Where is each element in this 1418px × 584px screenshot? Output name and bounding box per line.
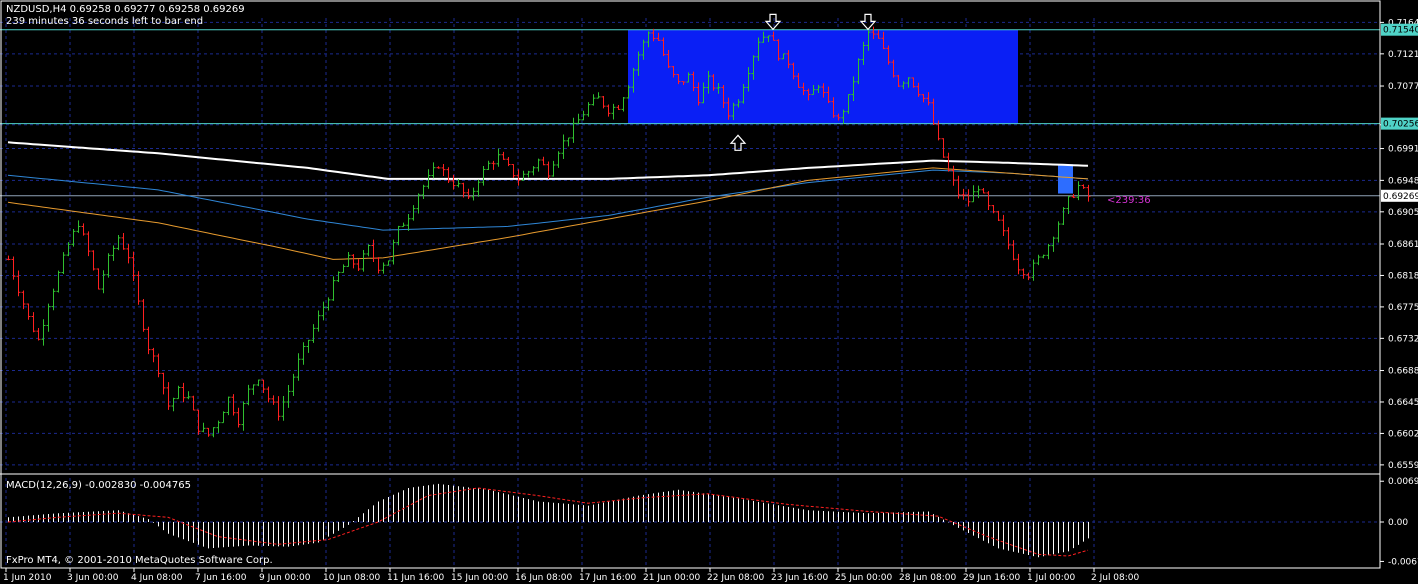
time-tick-label: 17 Jun 16:00 — [579, 573, 636, 583]
time-tick-label: 29 Jun 16:00 — [963, 573, 1020, 583]
bar-timer: 239 minutes 36 seconds left to bar end — [6, 16, 203, 27]
time-tick-label: 11 Jun 16:00 — [387, 573, 444, 583]
trading-chart[interactable]: 0.716400.712100.707700.702400.699150.694… — [0, 0, 1418, 584]
current-zone — [1058, 164, 1073, 194]
time-tick-label: 1 Jun 2010 — [3, 573, 52, 583]
time-tick-label: 25 Jun 00:00 — [835, 573, 892, 583]
price-tick-label: 0.69915 — [1388, 145, 1418, 155]
time-tick-label: 16 Jun 08:00 — [515, 573, 572, 583]
time-tick-label: 15 Jun 00:00 — [451, 573, 508, 583]
time-tick-label: 1 Jul 00:00 — [1027, 573, 1076, 583]
macd-tick-label: 0.00 — [1388, 518, 1408, 528]
macd-tick-label: -0.00672 — [1388, 557, 1418, 567]
time-tick-label: 4 Jun 08:00 — [131, 573, 183, 583]
time-tick-label: 28 Jun 08:00 — [899, 573, 956, 583]
macd-tick-label: 0.00695 — [1388, 477, 1418, 487]
time-tick-label: 2 Jul 08:00 — [1091, 573, 1140, 583]
countdown-label: <239:36 — [1107, 195, 1151, 206]
price-tick-label: 0.71210 — [1388, 50, 1418, 60]
price-tick-label: 0.66020 — [1388, 429, 1418, 439]
price-tick-label: 0.69480 — [1388, 176, 1418, 186]
price-tick-label: 0.67750 — [1388, 303, 1418, 313]
price-marker-label: 0.70256 — [1383, 120, 1418, 130]
price-tick-label: 0.70770 — [1388, 82, 1418, 92]
time-tick-label: 7 Jun 16:00 — [195, 573, 247, 583]
price-marker-label: 0.71540 — [1383, 26, 1418, 36]
symbol-info: NZDUSD,H4 0.69258 0.69277 0.69258 0.6926… — [6, 4, 245, 15]
time-tick-label: 23 Jun 16:00 — [771, 573, 828, 583]
time-tick-label: 22 Jun 08:00 — [707, 573, 764, 583]
price-tick-label: 0.65590 — [1388, 461, 1418, 471]
price-tick-label: 0.69050 — [1388, 208, 1418, 218]
time-tick-label: 3 Jun 00:00 — [67, 573, 119, 583]
consolidation-zone — [628, 29, 1018, 124]
price-tick-label: 0.66880 — [1388, 367, 1418, 377]
time-tick-label: 21 Jun 00:00 — [643, 573, 700, 583]
time-tick-label: 10 Jun 08:00 — [323, 573, 380, 583]
price-marker-label: 0.69269 — [1383, 192, 1418, 202]
macd-header: MACD(12,26,9) -0.002830 -0.004765 — [6, 480, 191, 491]
price-tick-label: 0.66450 — [1388, 398, 1418, 408]
price-tick-label: 0.67320 — [1388, 334, 1418, 344]
price-tick-label: 0.68610 — [1388, 240, 1418, 250]
price-tick-label: 0.68180 — [1388, 271, 1418, 281]
copyright-footer: FxPro MT4, © 2001-2010 MetaQuotes Softwa… — [6, 555, 273, 566]
time-tick-label: 9 Jun 00:00 — [259, 573, 311, 583]
